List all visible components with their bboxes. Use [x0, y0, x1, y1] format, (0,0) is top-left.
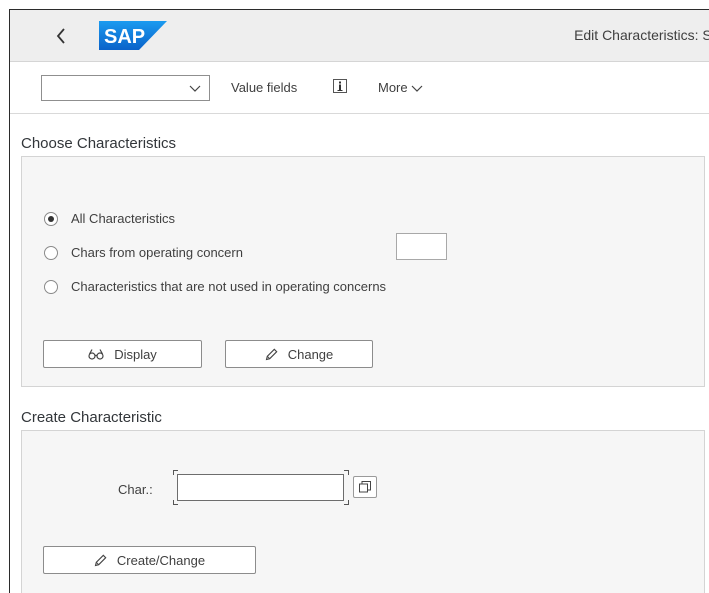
sap-logo: SAP	[99, 21, 167, 50]
radio-chars-from-operating-concern[interactable]: Chars from operating concern	[44, 245, 243, 260]
value-help-button[interactable]	[353, 476, 377, 498]
create-characteristic-group: Char.: Create/Change	[21, 430, 705, 593]
radio-label: Characteristics that are not used in ope…	[71, 279, 387, 294]
choose-characteristics-title: Choose Characteristics	[21, 135, 177, 152]
char-input[interactable]	[177, 474, 344, 501]
create-change-button[interactable]: Create/Change	[43, 546, 256, 574]
logo-text: SAP	[104, 26, 145, 48]
radio-label: Chars from operating concern	[71, 245, 243, 260]
pencil-icon	[94, 554, 107, 567]
value-help-icon	[359, 481, 371, 493]
shell-bar: SAP Edit Characteristics: Start	[10, 10, 709, 62]
chevron-down-icon	[411, 85, 423, 92]
display-button-label: Display	[114, 346, 157, 362]
toolbar: Value fields More	[10, 62, 709, 114]
value-fields-button[interactable]: Value fields	[231, 80, 297, 95]
change-button[interactable]: Change	[225, 340, 373, 368]
info-icon	[333, 79, 347, 93]
change-button-label: Change	[287, 346, 334, 362]
radio-button[interactable]	[44, 279, 58, 294]
app-window: SAP Edit Characteristics: Start Value fi…	[9, 9, 709, 593]
glasses-icon	[88, 348, 104, 360]
variant-dropdown[interactable]	[41, 75, 210, 101]
back-chevron-icon	[56, 28, 65, 44]
char-input-wrapper	[173, 470, 349, 505]
radio-unused-characteristics[interactable]: Characteristics that are not used in ope…	[44, 279, 386, 294]
chevron-down-icon	[189, 85, 201, 92]
pencil-icon	[265, 348, 278, 361]
operating-concern-input[interactable]	[396, 233, 447, 260]
create-change-button-label: Create/Change	[116, 552, 206, 568]
more-label: More	[378, 80, 408, 95]
radio-label: All Characteristics	[71, 211, 176, 226]
more-menu-button[interactable]: More	[378, 80, 423, 95]
radio-button[interactable]	[44, 245, 58, 260]
create-characteristic-title: Create Characteristic	[21, 409, 162, 426]
radio-all-characteristics[interactable]: All Characteristics	[44, 211, 175, 226]
display-button[interactable]: Display	[43, 340, 202, 368]
radio-button-selected[interactable]	[44, 211, 58, 226]
back-button[interactable]	[48, 23, 74, 49]
page-title: Edit Characteristics: Start	[574, 27, 709, 43]
info-button[interactable]	[333, 79, 347, 93]
char-label: Char.:	[118, 482, 153, 497]
choose-characteristics-group: All Characteristics Chars from operating…	[21, 156, 705, 387]
